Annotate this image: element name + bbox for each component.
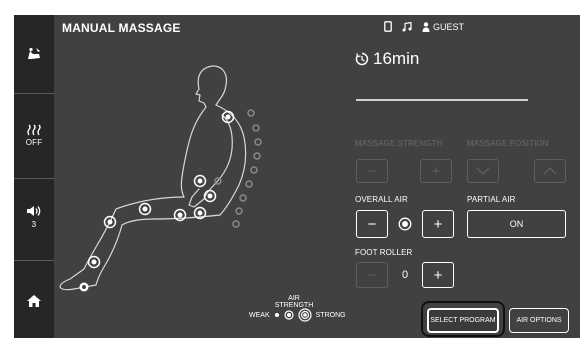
select-program-button[interactable]: SELECT PROGRAM — [427, 308, 499, 333]
air-strength-selector: WEAK STRONG — [249, 308, 346, 322]
foot-roller-value: 0 — [402, 269, 409, 281]
home-icon — [27, 295, 41, 307]
body-diagram — [59, 65, 262, 292]
speaker-icon — [27, 205, 41, 216]
timer-icon — [355, 52, 369, 66]
foot-roller-label: FOOT ROLLER — [355, 248, 413, 257]
recline-chair-icon — [28, 47, 40, 59]
medium-dot-icon[interactable] — [284, 310, 294, 320]
chair-points — [214, 109, 262, 228]
foot-roller-decrease-button[interactable]: − — [356, 262, 388, 288]
massage-points — [79, 110, 235, 292]
overall-air-decrease-button[interactable]: − — [356, 210, 388, 238]
position-up-button[interactable] — [534, 159, 566, 183]
position-down-button[interactable] — [467, 159, 499, 183]
user-name: GUEST — [433, 21, 465, 32]
minus-icon: − — [367, 266, 377, 284]
volume-level: 3 — [31, 219, 37, 229]
partial-air-on-button[interactable]: ON — [467, 210, 566, 238]
foot-roller-increase-button[interactable]: + — [422, 262, 454, 288]
minus-icon: − — [367, 162, 377, 180]
heat-icon — [27, 124, 41, 135]
timer: 16min — [355, 49, 419, 69]
overall-air-increase-button[interactable]: + — [422, 210, 454, 238]
status-bar: GUEST — [384, 21, 464, 32]
partial-air-label: PARTIAL AIR — [467, 195, 516, 204]
strength-decrease-button[interactable]: − — [356, 159, 388, 183]
timer-value: 16min — [373, 49, 420, 68]
massage-strength-label: MASSAGE STRENGTH — [355, 139, 443, 148]
strong-dot-icon[interactable] — [298, 308, 312, 322]
plus-icon: + — [433, 215, 443, 233]
chevron-up-icon — [543, 167, 557, 175]
air-level-icon — [398, 217, 412, 231]
air-options-button[interactable]: AIR OPTIONS — [509, 308, 569, 333]
user-badge[interactable]: GUEST — [422, 22, 464, 32]
air-strength-title: AIR STRENGTH — [274, 295, 314, 309]
page-title: MANUAL MASSAGE — [62, 21, 181, 35]
minus-icon: − — [367, 215, 377, 233]
weak-label: WEAK — [249, 311, 270, 319]
plus-icon: + — [433, 266, 443, 284]
overall-air-indicator — [394, 214, 416, 234]
music-icon[interactable] — [402, 21, 412, 32]
progress-bar — [356, 99, 528, 101]
massage-position-label: MASSAGE POSITION — [467, 139, 549, 148]
user-icon — [422, 21, 430, 32]
plus-icon: + — [431, 162, 441, 180]
chevron-down-icon — [476, 167, 490, 175]
overall-air-label: OVERALL AIR — [355, 195, 408, 204]
strong-label: STRONG — [315, 311, 346, 319]
weak-dot-icon[interactable] — [274, 312, 280, 318]
massage-screen: OFF 3 MANUAL MASSAGE GUEST 16min MASSAGE… — [14, 15, 580, 338]
phone-icon[interactable] — [384, 21, 392, 32]
heat-status: OFF — [25, 137, 43, 147]
strength-increase-button[interactable]: + — [420, 159, 452, 183]
